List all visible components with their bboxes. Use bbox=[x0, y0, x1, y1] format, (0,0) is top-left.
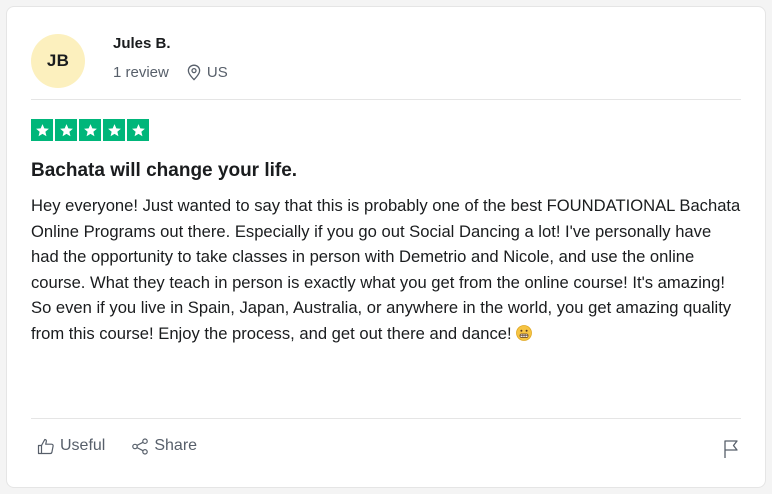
avatar[interactable]: JB bbox=[31, 34, 85, 88]
reviewer-country: US bbox=[206, 64, 228, 81]
location-pin-icon bbox=[187, 64, 201, 81]
footer-divider bbox=[31, 418, 741, 419]
review-body: Hey everyone! Just wanted to say that th… bbox=[31, 193, 743, 346]
review-actions: Useful Share bbox=[37, 437, 197, 455]
avatar-initials: JB bbox=[46, 51, 70, 70]
star-icon bbox=[31, 119, 53, 141]
star-icon bbox=[79, 119, 101, 141]
report-button[interactable] bbox=[723, 439, 739, 464]
share-icon bbox=[132, 437, 149, 455]
star-icon bbox=[55, 119, 77, 141]
flag-icon bbox=[724, 440, 738, 458]
reviewer-meta: 1 review US bbox=[113, 64, 228, 81]
review-body-text: Hey everyone! Just wanted to say that th… bbox=[31, 196, 741, 343]
share-label: Share bbox=[154, 437, 198, 454]
reviewer-name[interactable]: Jules B. bbox=[113, 35, 228, 52]
share-button[interactable]: Share bbox=[131, 437, 197, 455]
header-divider bbox=[31, 99, 741, 100]
star-icon bbox=[127, 119, 149, 141]
grimacing-face-icon bbox=[516, 324, 533, 341]
review-card: JB Jules B. 1 review US Bachata will cha… bbox=[6, 6, 766, 488]
thumbs-up-icon bbox=[37, 438, 54, 454]
useful-label: Useful bbox=[60, 437, 106, 454]
useful-button[interactable]: Useful bbox=[37, 437, 105, 455]
reviewer-header: JB Jules B. 1 review US bbox=[31, 31, 228, 91]
star-rating bbox=[31, 119, 149, 141]
review-count: 1 review bbox=[113, 64, 169, 81]
star-icon bbox=[103, 119, 125, 141]
reviewer-info: Jules B. 1 review US bbox=[113, 34, 228, 88]
reviewer-location: US bbox=[187, 64, 228, 81]
review-title[interactable]: Bachata will change your life. bbox=[31, 160, 297, 182]
